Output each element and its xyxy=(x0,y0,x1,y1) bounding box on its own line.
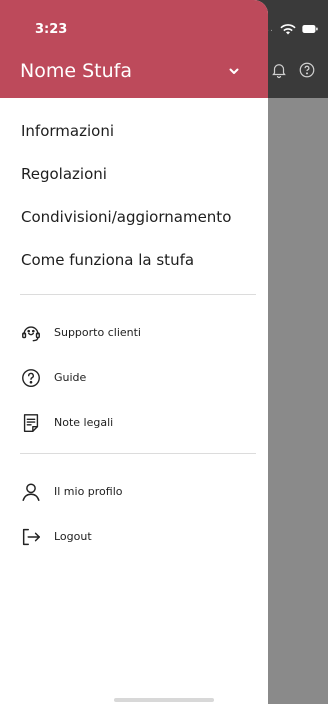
bell-icon[interactable] xyxy=(270,61,288,79)
navigation-drawer: 3:23 Nome Stufa Informazioni Regolazioni… xyxy=(0,0,268,704)
drawer-header[interactable]: 3:23 Nome Stufa xyxy=(0,0,268,98)
menu-item-label: Note legali xyxy=(54,416,114,429)
menu-item-label: Il mio profilo xyxy=(54,485,123,498)
help-circle-icon xyxy=(22,368,40,387)
menu-item-supporto-clienti[interactable]: Supporto clienti xyxy=(0,310,268,355)
stove-name-title[interactable]: Nome Stufa xyxy=(20,60,132,82)
document-icon xyxy=(23,413,39,432)
menu-divider xyxy=(20,453,256,454)
support-menu: Supporto clienti Guide Note legali xyxy=(0,310,268,445)
home-indicator[interactable] xyxy=(114,698,214,702)
help-circle-icon[interactable] xyxy=(298,61,316,79)
chevron-down-icon[interactable] xyxy=(227,66,241,76)
status-time: 3:23 xyxy=(35,22,68,37)
menu-item-logout[interactable]: Logout xyxy=(0,514,268,559)
account-menu: Il mio profilo Logout xyxy=(0,469,268,559)
menu-item-label: Logout xyxy=(54,530,92,543)
menu-item-note-legali[interactable]: Note legali xyxy=(0,400,268,445)
menu-item-condivisioni[interactable]: Condivisioni/aggiornamento xyxy=(0,196,268,239)
menu-item-informazioni[interactable]: Informazioni xyxy=(0,110,268,153)
user-icon xyxy=(22,482,40,501)
menu-item-il-mio-profilo[interactable]: Il mio profilo xyxy=(0,469,268,514)
menu-item-come-funziona[interactable]: Come funziona la stufa xyxy=(0,239,268,282)
logout-icon xyxy=(22,528,40,545)
menu-item-guide[interactable]: Guide xyxy=(0,355,268,400)
headset-icon xyxy=(22,325,40,341)
menu-item-label: Supporto clienti xyxy=(54,326,141,339)
wifi-icon xyxy=(280,24,296,35)
background-app-actions xyxy=(270,58,328,82)
menu-divider xyxy=(20,294,256,295)
menu-item-label: Guide xyxy=(54,371,87,384)
battery-icon xyxy=(302,25,318,33)
menu-item-regolazioni[interactable]: Regolazioni xyxy=(0,153,268,196)
primary-menu: Informazioni Regolazioni Condivisioni/ag… xyxy=(0,110,268,282)
